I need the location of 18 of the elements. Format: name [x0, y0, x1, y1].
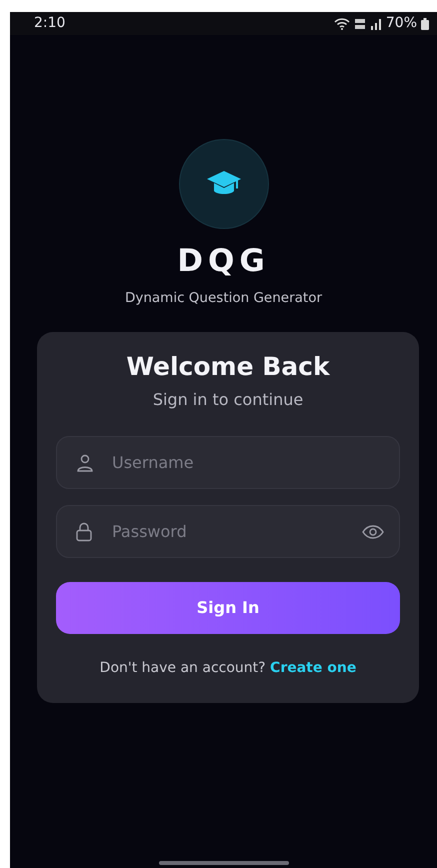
- status-time: 2:10: [34, 14, 66, 33]
- create-account-link[interactable]: Create one: [270, 660, 356, 676]
- show-password-icon[interactable]: [362, 524, 384, 539]
- user-icon: [76, 454, 94, 472]
- app-title: DQG: [177, 243, 270, 280]
- battery-percent: 70%: [386, 14, 417, 33]
- signup-prompt: Don't have an account?: [100, 660, 266, 676]
- app-subtitle: Dynamic Question Generator: [124, 289, 322, 308]
- username-field[interactable]: Username: [56, 436, 400, 490]
- wifi-icon: [334, 18, 350, 30]
- card-subheading: Sign in to continue: [152, 389, 304, 412]
- password-field[interactable]: Password: [56, 505, 400, 558]
- sign-in-button[interactable]: Sign In: [56, 582, 400, 634]
- graduation-cap-icon: [206, 171, 240, 197]
- signal-icon: [370, 18, 382, 30]
- lock-icon: [76, 522, 92, 542]
- card-heading: Welcome Back: [126, 352, 330, 382]
- battery-icon: [421, 18, 429, 30]
